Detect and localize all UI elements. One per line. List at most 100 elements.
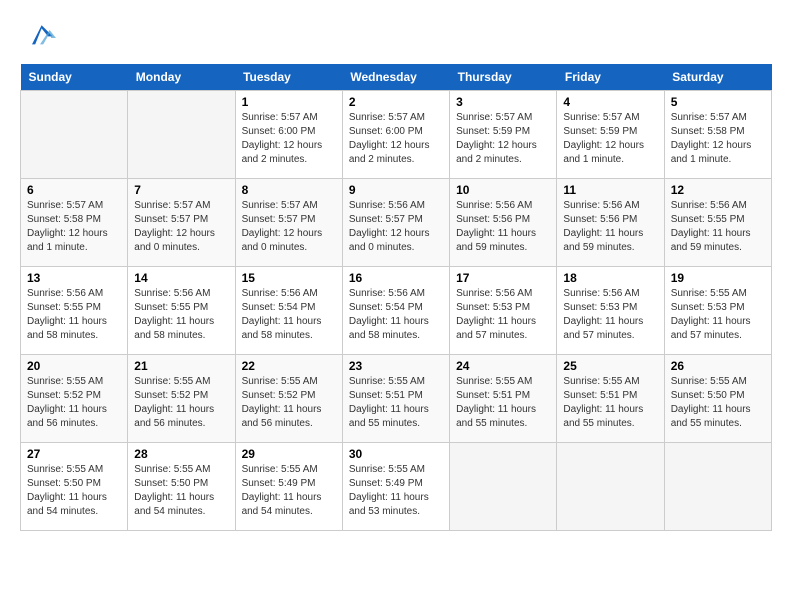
calendar-cell: 14 Sunrise: 5:56 AM Sunset: 5:55 PM Dayli…	[128, 267, 235, 355]
day-number: 6	[27, 183, 121, 197]
day-number: 8	[242, 183, 336, 197]
day-number: 25	[563, 359, 657, 373]
calendar-cell: 9 Sunrise: 5:56 AM Sunset: 5:57 PM Daylig…	[342, 179, 449, 267]
calendar-week-row: 1Sunrise: 5:57 AM Sunset: 6:00 PM Daylig…	[21, 91, 772, 179]
day-number: 26	[671, 359, 765, 373]
day-info: Sunrise: 5:55 AM Sunset: 5:50 PM Dayligh…	[134, 463, 228, 519]
calendar-cell: 12Sunrise: 5:56 AM Sunset: 5:55 PM Dayli…	[664, 179, 771, 267]
day-info: Sunrise: 5:56 AM Sunset: 5:55 PM Dayligh…	[27, 287, 121, 343]
calendar-cell: 17Sunrise: 5:56 AM Sunset: 5:53 PM Dayli…	[450, 267, 557, 355]
calendar-cell	[128, 91, 235, 179]
day-info: Sunrise: 5:56 AM Sunset: 5:53 PM Dayligh…	[563, 287, 657, 343]
day-info: Sunrise: 5:57 AM Sunset: 6:00 PM Dayligh…	[349, 111, 443, 167]
day-info: Sunrise: 5:55 AM Sunset: 5:51 PM Dayligh…	[349, 375, 443, 431]
day-info: Sunrise: 5:57 AM Sunset: 5:59 PM Dayligh…	[563, 111, 657, 167]
day-number: 17	[456, 271, 550, 285]
day-number: 14	[134, 271, 228, 285]
day-number: 29	[242, 447, 336, 461]
day-number: 9	[349, 183, 443, 197]
day-number: 5	[671, 95, 765, 109]
day-info: Sunrise: 5:55 AM Sunset: 5:50 PM Dayligh…	[671, 375, 765, 431]
day-number: 3	[456, 95, 550, 109]
calendar-cell: 7 Sunrise: 5:57 AM Sunset: 5:57 PM Daylig…	[128, 179, 235, 267]
day-info: Sunrise: 5:55 AM Sunset: 5:49 PM Dayligh…	[349, 463, 443, 519]
day-number: 22	[242, 359, 336, 373]
day-number: 13	[27, 271, 121, 285]
calendar-cell: 25 Sunrise: 5:55 AM Sunset: 5:51 PM Dayli…	[557, 355, 664, 443]
day-number: 4	[563, 95, 657, 109]
calendar-cell: 6 Sunrise: 5:57 AM Sunset: 5:58 PM Daylig…	[21, 179, 128, 267]
calendar-cell: 29Sunrise: 5:55 AM Sunset: 5:49 PM Dayli…	[235, 443, 342, 531]
weekday-header: Monday	[128, 64, 235, 91]
day-info: Sunrise: 5:56 AM Sunset: 5:55 PM Dayligh…	[134, 287, 228, 343]
day-info: Sunrise: 5:55 AM Sunset: 5:53 PM Dayligh…	[671, 287, 765, 343]
calendar-cell: 4 Sunrise: 5:57 AM Sunset: 5:59 PM Daylig…	[557, 91, 664, 179]
day-number: 20	[27, 359, 121, 373]
calendar-cell: 23 Sunrise: 5:55 AM Sunset: 5:51 PM Dayli…	[342, 355, 449, 443]
weekday-header: Saturday	[664, 64, 771, 91]
calendar-cell: 13 Sunrise: 5:56 AM Sunset: 5:55 PM Dayli…	[21, 267, 128, 355]
calendar-cell	[450, 443, 557, 531]
calendar-week-row: 27 Sunrise: 5:55 AM Sunset: 5:50 PM Dayli…	[21, 443, 772, 531]
calendar-cell: 3 Sunrise: 5:57 AM Sunset: 5:59 PM Daylig…	[450, 91, 557, 179]
calendar-week-row: 6 Sunrise: 5:57 AM Sunset: 5:58 PM Daylig…	[21, 179, 772, 267]
weekday-header: Sunday	[21, 64, 128, 91]
day-number: 16	[349, 271, 443, 285]
day-number: 30	[349, 447, 443, 461]
logo-icon	[24, 20, 56, 48]
calendar-cell: 28 Sunrise: 5:55 AM Sunset: 5:50 PM Dayli…	[128, 443, 235, 531]
day-info: Sunrise: 5:57 AM Sunset: 5:58 PM Dayligh…	[27, 199, 121, 255]
day-info: Sunrise: 5:56 AM Sunset: 5:56 PM Dayligh…	[563, 199, 657, 255]
calendar-cell	[557, 443, 664, 531]
weekday-header: Wednesday	[342, 64, 449, 91]
day-info: Sunrise: 5:57 AM Sunset: 5:57 PM Dayligh…	[242, 199, 336, 255]
calendar-cell: 18 Sunrise: 5:56 AM Sunset: 5:53 PM Dayli…	[557, 267, 664, 355]
day-info: Sunrise: 5:56 AM Sunset: 5:54 PM Dayligh…	[349, 287, 443, 343]
calendar-cell: 2 Sunrise: 5:57 AM Sunset: 6:00 PM Daylig…	[342, 91, 449, 179]
day-info: Sunrise: 5:56 AM Sunset: 5:54 PM Dayligh…	[242, 287, 336, 343]
day-info: Sunrise: 5:56 AM Sunset: 5:55 PM Dayligh…	[671, 199, 765, 255]
day-number: 24	[456, 359, 550, 373]
calendar-header-row: SundayMondayTuesdayWednesdayThursdayFrid…	[21, 64, 772, 91]
calendar-cell: 8 Sunrise: 5:57 AM Sunset: 5:57 PM Daylig…	[235, 179, 342, 267]
day-number: 7	[134, 183, 228, 197]
calendar-cell	[664, 443, 771, 531]
day-number: 18	[563, 271, 657, 285]
day-info: Sunrise: 5:55 AM Sunset: 5:52 PM Dayligh…	[27, 375, 121, 431]
weekday-header: Tuesday	[235, 64, 342, 91]
day-info: Sunrise: 5:57 AM Sunset: 5:57 PM Dayligh…	[134, 199, 228, 255]
day-number: 11	[563, 183, 657, 197]
day-info: Sunrise: 5:55 AM Sunset: 5:51 PM Dayligh…	[456, 375, 550, 431]
day-number: 23	[349, 359, 443, 373]
calendar-cell: 20 Sunrise: 5:55 AM Sunset: 5:52 PM Dayli…	[21, 355, 128, 443]
day-info: Sunrise: 5:57 AM Sunset: 6:00 PM Dayligh…	[242, 111, 336, 167]
calendar-cell: 30 Sunrise: 5:55 AM Sunset: 5:49 PM Dayli…	[342, 443, 449, 531]
calendar-cell: 21Sunrise: 5:55 AM Sunset: 5:52 PM Dayli…	[128, 355, 235, 443]
day-number: 2	[349, 95, 443, 109]
calendar-week-row: 20 Sunrise: 5:55 AM Sunset: 5:52 PM Dayli…	[21, 355, 772, 443]
calendar-cell: 22 Sunrise: 5:55 AM Sunset: 5:52 PM Dayli…	[235, 355, 342, 443]
calendar-cell: 11 Sunrise: 5:56 AM Sunset: 5:56 PM Dayli…	[557, 179, 664, 267]
calendar-table: SundayMondayTuesdayWednesdayThursdayFrid…	[20, 64, 772, 531]
calendar-cell: 16 Sunrise: 5:56 AM Sunset: 5:54 PM Dayli…	[342, 267, 449, 355]
day-info: Sunrise: 5:55 AM Sunset: 5:50 PM Dayligh…	[27, 463, 121, 519]
day-info: Sunrise: 5:56 AM Sunset: 5:57 PM Dayligh…	[349, 199, 443, 255]
weekday-header: Friday	[557, 64, 664, 91]
day-number: 10	[456, 183, 550, 197]
day-number: 27	[27, 447, 121, 461]
calendar-cell	[21, 91, 128, 179]
day-info: Sunrise: 5:57 AM Sunset: 5:59 PM Dayligh…	[456, 111, 550, 167]
day-info: Sunrise: 5:55 AM Sunset: 5:52 PM Dayligh…	[242, 375, 336, 431]
day-number: 28	[134, 447, 228, 461]
day-info: Sunrise: 5:55 AM Sunset: 5:51 PM Dayligh…	[563, 375, 657, 431]
day-number: 19	[671, 271, 765, 285]
page-header	[20, 20, 772, 48]
calendar-cell: 5Sunrise: 5:57 AM Sunset: 5:58 PM Daylig…	[664, 91, 771, 179]
calendar-cell: 19 Sunrise: 5:55 AM Sunset: 5:53 PM Dayli…	[664, 267, 771, 355]
calendar-cell: 15Sunrise: 5:56 AM Sunset: 5:54 PM Dayli…	[235, 267, 342, 355]
day-info: Sunrise: 5:56 AM Sunset: 5:56 PM Dayligh…	[456, 199, 550, 255]
calendar-week-row: 13 Sunrise: 5:56 AM Sunset: 5:55 PM Dayli…	[21, 267, 772, 355]
calendar-cell: 10 Sunrise: 5:56 AM Sunset: 5:56 PM Dayli…	[450, 179, 557, 267]
calendar-cell: 26 Sunrise: 5:55 AM Sunset: 5:50 PM Dayli…	[664, 355, 771, 443]
day-info: Sunrise: 5:55 AM Sunset: 5:52 PM Dayligh…	[134, 375, 228, 431]
